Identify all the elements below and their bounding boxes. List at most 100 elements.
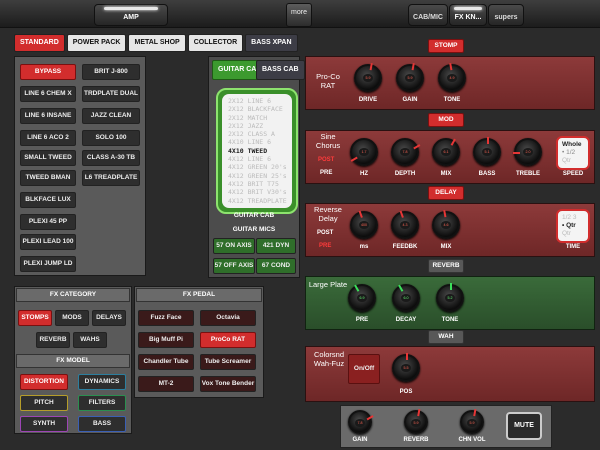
amp-model[interactable]: PLEXI 45 PP (20, 214, 76, 230)
amp-model[interactable]: TRDPLATE DUAL (82, 86, 140, 102)
fx-pedal-option[interactable]: Octavia (200, 310, 256, 326)
delay-time-picker[interactable]: 1/2 3 • Qtr Qtr (556, 209, 590, 243)
mod-depth-knob[interactable]: 7.8 (391, 138, 421, 166)
speed-option[interactable]: Qtr (562, 157, 588, 165)
fx-model-dynamics[interactable]: DYNAMICS (78, 374, 126, 390)
amp-model[interactable]: SMALL TWEED (20, 150, 76, 166)
fx-model-pitch[interactable]: PITCH (20, 395, 68, 411)
mod-mix-knob[interactable]: 6.1 (432, 138, 460, 166)
time-option[interactable]: Qtr (562, 230, 588, 238)
fx-category-wahs[interactable]: WAHS (73, 332, 107, 348)
cab-option[interactable]: 2X12 MATCH (228, 114, 292, 122)
cab-option[interactable]: 4X12 GREEN 20's (228, 163, 292, 171)
reverb-tone-knob[interactable]: 5.2 (436, 283, 464, 312)
cab-option[interactable]: 2X12 LINE 6 (228, 97, 292, 105)
fx-category-mods[interactable]: MODS (55, 310, 89, 326)
amp-category-bass-xpan[interactable]: BASS XPAN (245, 34, 298, 52)
stomp-header[interactable]: STOMP (428, 39, 464, 53)
fx-pedal-option[interactable]: Vox Tone Bender (200, 376, 256, 392)
delay-mix-knob[interactable]: 4.6 (432, 210, 460, 239)
mod-speed-picker[interactable]: Whole • 1/2 Qtr (556, 136, 590, 170)
cab-option[interactable]: 2X12 CLASS A (228, 130, 292, 138)
fx-model-bass[interactable]: BASS (78, 416, 126, 432)
delay-post-switch[interactable]: POST (317, 229, 333, 237)
speed-option-selected[interactable]: Whole (562, 141, 588, 149)
reverb-decay-knob[interactable]: 6.0 (392, 284, 420, 312)
mic-57-off-axis[interactable]: 57 OFF AXIS (213, 258, 255, 274)
fx-pedal-option[interactable]: Fuzz Face (138, 310, 194, 326)
reverb-header[interactable]: REVERB (428, 259, 464, 273)
amp-category-standard[interactable]: STANDARD (14, 34, 65, 52)
delay-pre-switch[interactable]: PRE (319, 242, 331, 250)
master-reverb-knob[interactable]: 5.9 (404, 409, 428, 434)
fx-pedal-option[interactable]: MT-2 (138, 376, 194, 392)
delay-ms-knob[interactable]: 400 (350, 210, 378, 239)
time-option-selected[interactable]: • Qtr (562, 222, 588, 230)
mic-67-cond[interactable]: 67 COND (256, 258, 296, 274)
amp-model[interactable]: L6 TREADPLATE (82, 170, 140, 186)
cab-option[interactable]: 4X12 BRIT T75 (228, 180, 292, 188)
fx-category-stomps[interactable]: STOMPS (18, 310, 52, 326)
fx-pedal-option-selected[interactable]: ProCo RAT (200, 332, 256, 348)
amp-model[interactable]: LINE 6 CHEM X (20, 86, 76, 102)
delay-feedback-knob[interactable]: 4.3 (391, 210, 419, 239)
wah-header[interactable]: WAH (428, 330, 464, 344)
wah-pos-knob[interactable]: 5.5 (392, 353, 420, 382)
cab-option-selected[interactable]: 4X10 TWEED (228, 147, 292, 155)
tab-bass-cab[interactable]: BASS CAB (256, 60, 305, 80)
mic-57-on-axis[interactable]: 57 ON AXIS (213, 238, 255, 254)
cab-option[interactable]: 2X12 JAZZ (228, 122, 292, 130)
amp-model[interactable]: PLEXI JUMP LD (20, 256, 76, 272)
master-channel-volume-knob[interactable]: 5.9 (460, 409, 484, 434)
speed-option[interactable]: • 1/2 (562, 149, 588, 157)
cab-option[interactable]: 4X12 LINE 6 (228, 155, 292, 163)
cab-option[interactable]: 4X12 TREADPLATE (228, 197, 292, 205)
mod-bass-knob[interactable]: 5.1 (473, 137, 501, 166)
fx-category-delays[interactable]: DELAYS (92, 310, 126, 326)
amp-model[interactable]: JAZZ CLEAN (82, 108, 140, 124)
fx-model-synth[interactable]: SYNTH (20, 416, 68, 432)
amp-model[interactable]: TWEED BMAN (20, 170, 76, 186)
amp-model[interactable]: LINE 6 ACO 2 (20, 130, 76, 146)
wah-on-off-button[interactable]: On/Off (348, 354, 380, 384)
cab-option[interactable]: 4X10 LINE 6 (228, 138, 292, 146)
amp-model[interactable]: SOLO 100 (82, 130, 140, 146)
cab-option[interactable]: 4X12 BRIT V30's (228, 188, 292, 196)
amp-model[interactable]: BLKFACE LUX (20, 192, 76, 208)
mod-header[interactable]: MOD (428, 113, 464, 127)
cab-list[interactable]: 2X12 LINE 6 2X12 BLACKFACE 2X12 MATCH 2X… (222, 94, 292, 208)
tab-amp[interactable]: AMP (94, 4, 168, 26)
amp-category-metal-shop[interactable]: METAL SHOP (128, 34, 186, 52)
time-option[interactable]: 1/2 3 (562, 214, 588, 222)
amp-model[interactable]: PLEXI LEAD 100 (20, 234, 76, 250)
amp-model[interactable]: CLASS A-30 TB (82, 150, 140, 166)
fx-model-distortion[interactable]: DISTORTION (20, 374, 68, 390)
mod-post-switch[interactable]: POST (318, 156, 334, 164)
tab-cab-mic[interactable]: CAB/MIC (408, 4, 448, 26)
amp-category-power-pack[interactable]: POWER PACK (66, 34, 127, 52)
amp-category-collector[interactable]: COLLECTOR (187, 34, 244, 52)
cab-option[interactable]: 4X12 GREEN 25's (228, 172, 292, 180)
mod-hz-knob[interactable]: 1.7 (350, 138, 378, 166)
stomp-drive-knob[interactable]: 5.9 (354, 63, 382, 92)
mod-pre-switch[interactable]: PRE (320, 169, 332, 177)
fx-pedal-option[interactable]: Tube Screamer (200, 354, 256, 370)
more-button[interactable]: more (286, 3, 312, 27)
amp-model[interactable]: BRIT J-800 (82, 64, 140, 80)
fx-pedal-option[interactable]: Chandler Tube (138, 354, 194, 370)
cab-option[interactable]: 2X12 BLACKFACE (228, 105, 292, 113)
fx-pedal-option[interactable]: Big Muff Pi (138, 332, 194, 348)
tab-supers[interactable]: supers (488, 4, 524, 26)
mute-button[interactable]: MUTE (506, 412, 542, 440)
mic-421-dyn[interactable]: 421 DYN (256, 238, 296, 254)
fx-category-reverb[interactable]: REVERB (36, 332, 70, 348)
stomp-tone-knob[interactable]: 4.9 (438, 63, 466, 92)
reverb-pre-knob[interactable]: 6.9 (348, 284, 376, 312)
amp-model[interactable]: LINE 6 INSANE (20, 108, 76, 124)
stomp-gain-knob[interactable]: 5.9 (396, 63, 424, 92)
mod-treble-knob[interactable]: 2.0 (513, 138, 542, 166)
tab-fx-knobs[interactable]: FX KN... (449, 4, 487, 26)
delay-header[interactable]: DELAY (428, 186, 464, 200)
amp-model-bypass[interactable]: BYPASS (20, 64, 76, 80)
master-gain-knob[interactable]: 7.8 (348, 410, 374, 434)
